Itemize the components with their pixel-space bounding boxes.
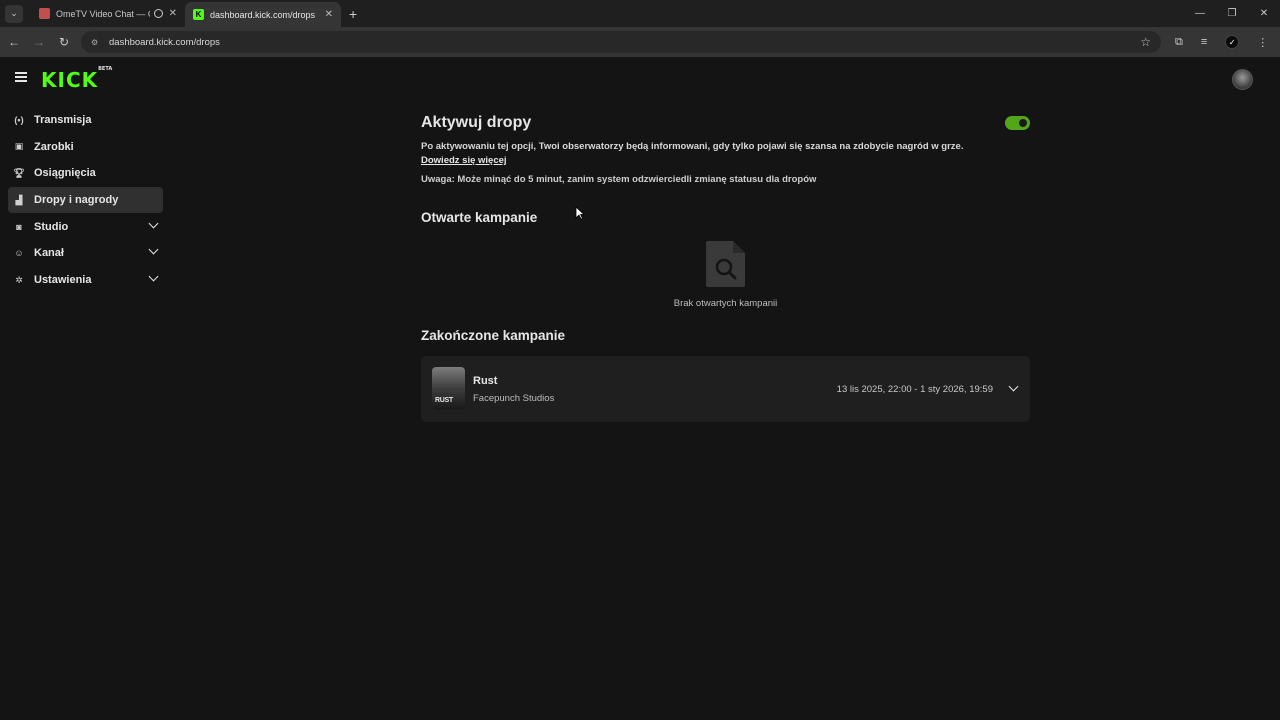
browser-tab-strip: ⌄ OmeTV Video Chat — Ome ✕ K dashboard.k…: [0, 0, 1280, 27]
mouse-cursor-icon: [575, 206, 585, 220]
kick-dashboard: KICKBETA (•) Transmisja ▣ Zarobki 🏆︎ Osi…: [0, 57, 1280, 720]
profile-avatar-icon[interactable]: ✓: [1225, 35, 1240, 49]
sidebar-item-transmisja[interactable]: (•) Transmisja: [8, 107, 163, 133]
forward-arrow-icon[interactable]: →: [28, 35, 50, 49]
new-tab-button[interactable]: +: [349, 6, 357, 22]
kick-logo[interactable]: KICKBETA: [41, 66, 113, 92]
toolbar-extensions: ⧉ ≡ ✓ ⋮: [1175, 35, 1268, 49]
reload-icon[interactable]: ↻: [53, 35, 75, 49]
sidebar-item-dropy[interactable]: ▟ Dropy i nagrody: [8, 187, 163, 214]
sidebar-item-kanal[interactable]: ☺ Kanał: [8, 240, 163, 266]
omnibox[interactable]: ⚙ dashboard.kick.com/drops ☆: [81, 31, 1161, 53]
studio-icon: ◙: [16, 221, 22, 232]
sidebar-item-label: Osiągnięcia: [34, 167, 96, 180]
sidebar-item-label: Zarobki: [34, 140, 74, 153]
drops-toggle[interactable]: [1005, 116, 1030, 130]
chevron-down-icon[interactable]: [1008, 381, 1019, 392]
beta-badge: BETA: [98, 66, 113, 73]
sidebar-item-osiagniecia[interactable]: 🏆︎ Osiągnięcia: [8, 160, 163, 186]
chevron-down-icon[interactable]: [148, 218, 159, 229]
sidebar: (•) Transmisja ▣ Zarobki 🏆︎ Osiągnięcia …: [8, 107, 163, 294]
tab-close-icon[interactable]: ✕: [169, 8, 177, 19]
empty-campaigns-text: Brak otwartych kampanii: [673, 298, 778, 309]
trophy-icon: 🏆︎: [13, 167, 25, 178]
window-controls: — ❐ ✕: [1184, 0, 1280, 27]
drops-description: Po aktywowaniu tej opcji, Twoi obserwato…: [421, 141, 964, 152]
settings-icon: ✲: [15, 274, 23, 285]
restore-icon[interactable]: ❐: [1216, 8, 1248, 19]
tab-search-button[interactable]: ⌄: [5, 4, 23, 23]
close-window-icon[interactable]: ✕: [1248, 8, 1280, 19]
sidebar-item-ustawienia[interactable]: ✲ Ustawienia: [8, 267, 163, 293]
rust-game-thumbnail: RUST: [432, 367, 465, 410]
sidebar-item-label: Transmisja: [34, 114, 92, 126]
media-controls-icon[interactable]: ≡: [1201, 36, 1207, 48]
drops-icon: ▟: [15, 194, 23, 205]
channel-icon: ☺: [14, 248, 24, 259]
bookmark-star-icon[interactable]: ☆: [1140, 35, 1151, 49]
broadcast-icon: (•): [14, 115, 24, 125]
site-info-icon[interactable]: ⚙: [91, 38, 103, 47]
menu-hamburger-icon[interactable]: [15, 72, 27, 82]
extensions-puzzle-icon[interactable]: ⧉: [1175, 36, 1183, 49]
open-campaigns-heading: Otwarte kampanie: [421, 210, 538, 225]
sidebar-item-label: Dropy i nagrody: [34, 194, 119, 207]
browser-tab-kick-drops[interactable]: K dashboard.kick.com/drops ✕: [185, 2, 341, 27]
tab-close-icon[interactable]: ✕: [325, 9, 333, 20]
tab-title: OmeTV Video Chat — Ome: [56, 8, 150, 19]
chevron-down-icon[interactable]: [148, 244, 159, 255]
back-arrow-icon[interactable]: ←: [3, 35, 25, 49]
browser-menu-icon[interactable]: ⋮: [1257, 36, 1268, 49]
learn-more-link[interactable]: Dowiedz się więcej: [421, 155, 507, 166]
sidebar-item-studio[interactable]: ◙ Studio: [8, 214, 163, 240]
sidebar-item-label: Kanał: [34, 247, 64, 260]
page-title: Aktywuj dropy: [421, 114, 532, 131]
campaign-publisher: Facepunch Studios: [473, 393, 555, 404]
thumbnail-text: RUST: [435, 397, 453, 404]
sidebar-item-label: Studio: [34, 220, 69, 233]
minimize-icon[interactable]: —: [1184, 8, 1216, 19]
recording-indicator-icon: [153, 9, 163, 18]
user-avatar[interactable]: [1232, 69, 1253, 90]
browser-tab-ometv[interactable]: OmeTV Video Chat — Ome ✕: [31, 0, 185, 27]
tab-title: dashboard.kick.com/drops: [210, 9, 316, 20]
closed-campaigns-heading: Zakończone kampanie: [421, 328, 566, 343]
earnings-icon: ▣: [14, 141, 24, 152]
sidebar-item-zarobki[interactable]: ▣ Zarobki: [8, 134, 163, 160]
campaign-title: Rust: [473, 375, 498, 387]
ometv-favicon-icon: [39, 8, 50, 19]
campaign-card-rust[interactable]: RUST Rust Facepunch Studios 13 lis 2025,…: [421, 356, 1030, 422]
url-text[interactable]: dashboard.kick.com/drops: [109, 37, 1140, 48]
status-note: Uwaga: Może minąć do 5 minut, zanim syst…: [421, 174, 817, 185]
document-search-icon: [706, 241, 745, 287]
sidebar-item-label: Ustawienia: [34, 274, 92, 287]
chevron-down-icon[interactable]: [148, 271, 159, 282]
campaign-dates: 13 lis 2025, 22:00 - 1 sty 2026, 19:59: [836, 384, 993, 395]
address-bar-row: ← → ↻ ⚙ dashboard.kick.com/drops ☆ ⧉ ≡ ✓…: [0, 27, 1280, 57]
kick-favicon-icon: K: [193, 9, 204, 20]
logo-text: KICK: [41, 68, 99, 92]
